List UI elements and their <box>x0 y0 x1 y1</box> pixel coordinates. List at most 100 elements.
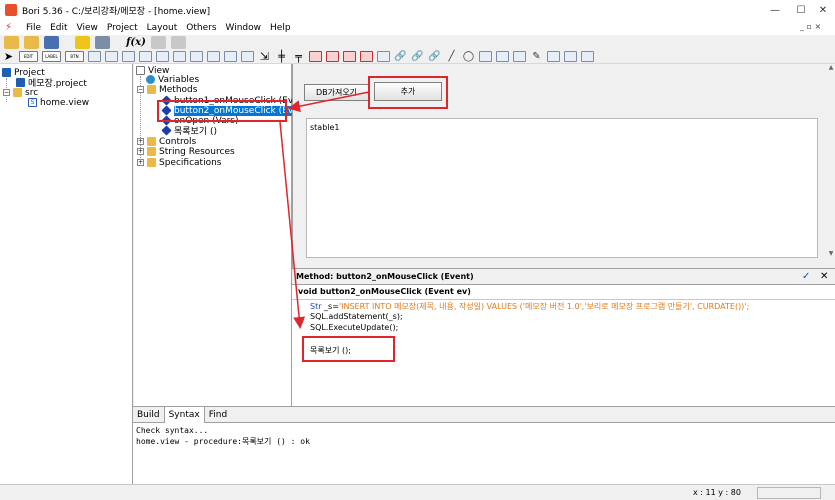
rect-tool-icon[interactable] <box>479 51 492 62</box>
cursor-tool-icon[interactable]: ⇲ <box>258 51 271 62</box>
line-tool-icon[interactable]: ╱ <box>445 51 458 62</box>
tree-item-home-view[interactable]: S home.view <box>28 97 89 108</box>
mdi-controls[interactable]: _ ▫ × <box>800 22 821 31</box>
scroll-down-icon[interactable]: ▼ <box>827 250 835 258</box>
menu-layout[interactable]: Layout <box>147 23 178 33</box>
tree-item-label: src <box>25 87 39 98</box>
polygon-tool-icon[interactable] <box>513 51 526 62</box>
menu-app-icon[interactable]: ⚡ <box>5 22 17 33</box>
code-editor[interactable]: Str _s='INSERT INTO 메모장(제목, 내용, 작성일) VAL… <box>292 300 835 406</box>
db-load-button[interactable]: DB가져오기 <box>304 84 369 101</box>
run-icon[interactable] <box>75 36 90 49</box>
menu-view[interactable]: View <box>77 23 98 33</box>
tree-tool-icon[interactable] <box>207 51 220 62</box>
status-bar: x : 11 y : 80 <box>0 484 835 500</box>
output-tabs: Build Syntax Find <box>133 407 835 423</box>
menu-edit[interactable]: Edit <box>50 23 67 33</box>
shape2-tool-icon[interactable] <box>564 51 577 62</box>
checkbox-tool-icon[interactable] <box>88 51 101 62</box>
collapse-icon[interactable]: − <box>137 86 144 93</box>
tree-item-method[interactable]: 목록보기 () <box>161 125 217 137</box>
frame-tool-icon[interactable] <box>241 51 254 62</box>
form-tool-icon[interactable] <box>377 51 390 62</box>
ellipse-tool-icon[interactable]: ◯ <box>462 51 475 62</box>
menu-window[interactable]: Window <box>226 23 262 33</box>
syntax-check-icon[interactable]: ✓ <box>802 271 810 282</box>
method-header: Method: button2_onMouseClick (Event) ✓ ✕ <box>292 268 835 285</box>
output-panel: Build Syntax Find Check syntax... home.v… <box>133 406 835 484</box>
scroll-up-icon[interactable]: ▲ <box>827 64 835 72</box>
expand-icon[interactable]: + <box>137 138 144 145</box>
image-tool-icon[interactable] <box>224 51 237 62</box>
tree-item-specifications[interactable]: + Specifications <box>137 157 221 168</box>
method-icon <box>161 125 172 136</box>
code-line-2: SQL.addStatement(_s); <box>310 312 403 321</box>
tab-find[interactable]: Find <box>205 407 231 423</box>
menu-bar: ⚡ File Edit View Project Layout Others W… <box>0 20 835 35</box>
tab-build[interactable]: Build <box>133 407 164 423</box>
menu-file[interactable]: File <box>26 23 41 33</box>
method-header-label: Method: button2_onMouseClick (Event) <box>296 272 474 281</box>
button-tool[interactable]: BTN <box>65 51 84 62</box>
close-button[interactable]: ✕ <box>812 0 834 20</box>
tab-tool-icon[interactable] <box>190 51 203 62</box>
design-scrollbar[interactable]: ▲ ▼ <box>827 64 835 268</box>
maximize-button[interactable]: ☐ <box>790 0 812 20</box>
folder-icon <box>147 158 156 167</box>
link2-tool-icon[interactable]: 🔗 <box>411 51 424 62</box>
split-h-tool-icon[interactable]: ╤ <box>292 51 305 62</box>
pointer-tool-icon[interactable]: ➤ <box>2 51 15 62</box>
list-tool-icon[interactable] <box>122 51 135 62</box>
link3-tool-icon[interactable]: 🔗 <box>428 51 441 62</box>
tree-item-string-resources[interactable]: + String Resources <box>137 146 235 157</box>
method-signature: void button2_onMouseClick (Event ev) <box>292 285 835 300</box>
code-keyword: Str <box>310 302 322 311</box>
menu-help[interactable]: Help <box>270 23 291 33</box>
pen-tool-icon[interactable]: ✎ <box>530 51 543 62</box>
link-tool-icon[interactable]: 🔗 <box>394 51 407 62</box>
minimize-button[interactable]: — <box>760 0 790 20</box>
cursor-coordinates: x : 11 y : 80 <box>693 488 741 497</box>
panel-tool-icon[interactable] <box>156 51 169 62</box>
function-button[interactable]: f(x) <box>126 36 146 49</box>
tree-item-label: String Resources <box>159 146 235 157</box>
code-string: 'INSERT INTO 메모장(제목, 내용, 작성일) VALUES ('메… <box>338 302 750 311</box>
project-icon <box>2 68 11 77</box>
build-icon[interactable] <box>95 36 110 49</box>
new-folder-icon[interactable] <box>4 36 19 49</box>
shape-tool-icon[interactable] <box>547 51 560 62</box>
tree-item-label: Specifications <box>159 157 222 168</box>
split-v-tool-icon[interactable]: ╪ <box>275 51 288 62</box>
shape3-tool-icon[interactable] <box>581 51 594 62</box>
table-insert-tool-icon[interactable] <box>326 51 339 62</box>
menu-project[interactable]: Project <box>107 23 138 33</box>
tab-syntax[interactable]: Syntax <box>163 407 205 423</box>
edit-tool[interactable]: EDIT <box>19 51 38 62</box>
title-bar: Bori 5.36 - C:/보리강좌/메모장 - [home.view] — … <box>0 0 835 20</box>
combo-tool-icon[interactable] <box>139 51 152 62</box>
menu-others[interactable]: Others <box>186 23 216 33</box>
close-icon[interactable]: ✕ <box>820 271 828 282</box>
code-line-1: Str _s='INSERT INTO 메모장(제목, 내용, 작성일) VAL… <box>310 301 749 312</box>
label-tool[interactable]: LABEL <box>42 51 61 62</box>
tree-item-methods[interactable]: − Methods <box>137 84 197 95</box>
save-icon[interactable] <box>44 36 59 49</box>
table-tool-icon[interactable] <box>309 51 322 62</box>
grid-tool-icon[interactable] <box>173 51 186 62</box>
output-line: Check syntax... <box>136 426 209 435</box>
expand-icon[interactable]: + <box>137 148 144 155</box>
output-line: home.view - procedure:목록보기 () : ok <box>136 437 310 446</box>
table-caption: stable1 <box>310 123 340 132</box>
stable1-table[interactable]: stable1 <box>306 118 818 258</box>
expand-icon[interactable]: + <box>137 159 144 166</box>
collapse-icon[interactable]: − <box>3 89 10 96</box>
table-edit-tool-icon[interactable] <box>360 51 373 62</box>
component-toolbar: ➤ EDIT LABEL BTN ⇲ ╪ ╤ 🔗 🔗 🔗 ╱ ◯ ✎ <box>0 50 835 64</box>
radio-tool-icon[interactable] <box>105 51 118 62</box>
open-folder-icon[interactable] <box>24 36 39 49</box>
add-button[interactable]: 추가 <box>374 82 442 101</box>
table-delete-tool-icon[interactable] <box>343 51 356 62</box>
project-panel: Project 메모장.project − src S home.view <box>0 64 133 484</box>
rounded-rect-tool-icon[interactable] <box>496 51 509 62</box>
view-file-icon: S <box>28 98 37 107</box>
